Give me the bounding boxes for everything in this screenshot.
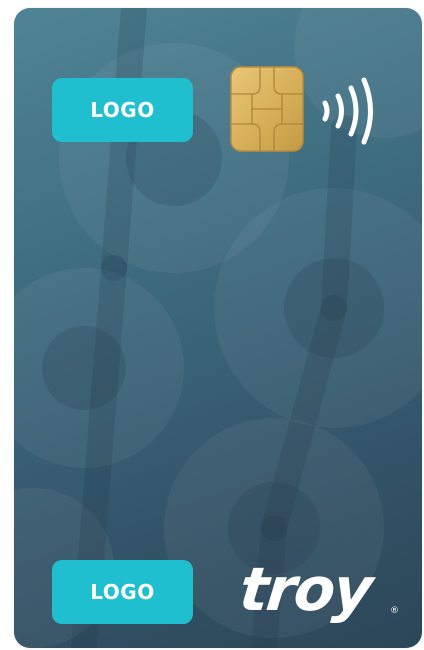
logo-bottom-button[interactable]: LOGO [52,560,193,624]
contactless-icon [322,77,373,145]
brand-name: troy [236,555,375,625]
troy-brand-logo: troy ® [236,554,410,634]
emv-chip-icon [230,66,304,152]
logo-top-button[interactable]: LOGO [52,78,193,142]
payment-card: LOGO LOGO troy ® [14,8,422,648]
registered-mark: ® [390,606,399,616]
